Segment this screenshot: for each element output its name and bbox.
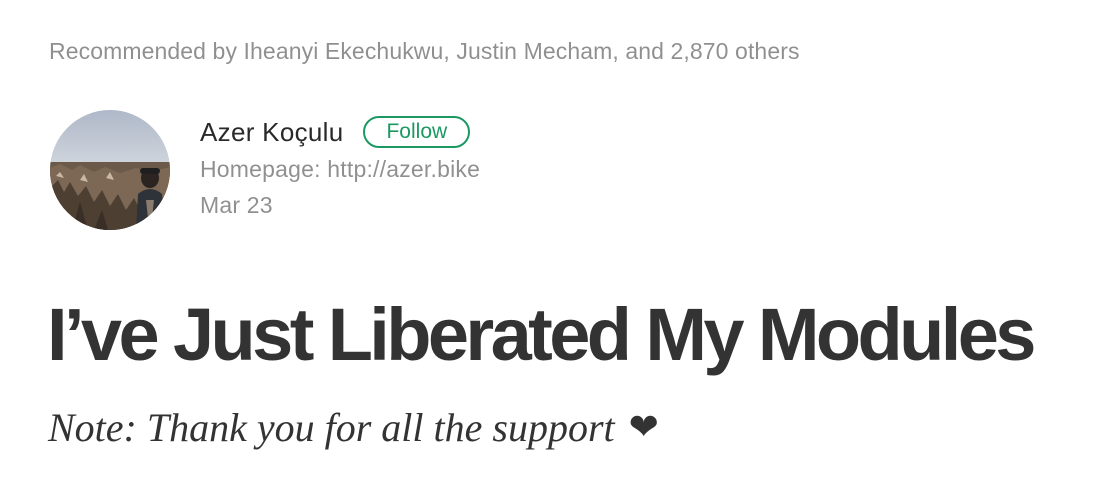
author-info: Azer Koçulu Follow Homepage: http://azer… (200, 112, 480, 219)
post-title: I’ve Just Liberated My Modules (47, 293, 1036, 376)
post-date[interactable]: Mar 23 (200, 192, 480, 219)
recommended-by-text: Recommended by Iheanyi Ekechukwu, Justin… (49, 38, 800, 64)
follow-button[interactable]: Follow (363, 116, 471, 148)
post-subtitle-text: Note: Thank you for all the support (48, 405, 615, 450)
heart-icon: ❤ (628, 407, 659, 447)
post-subtitle: Note: Thank you for all the support ❤ (48, 401, 659, 454)
author-row: Azer Koçulu Follow (200, 112, 480, 152)
author-bio: Homepage: http://azer.bike (200, 156, 481, 182)
author-name-link[interactable]: Azer Koçulu (200, 117, 343, 148)
author-block: Azer Koçulu Follow Homepage: http://azer… (50, 110, 750, 235)
author-avatar[interactable] (50, 110, 170, 230)
avatar-photo-icon (50, 110, 170, 230)
